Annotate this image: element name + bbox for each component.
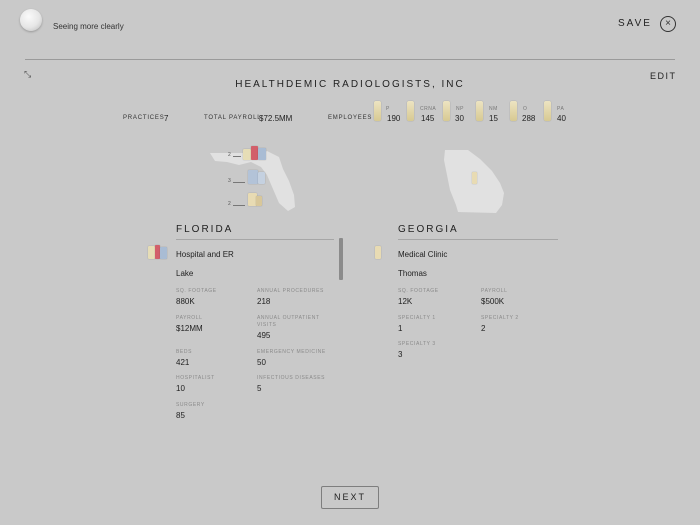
field-label: EMERGENCY MEDICINE <box>257 349 326 355</box>
save-button[interactable]: SAVE <box>618 18 652 29</box>
clinic-building-icon[interactable] <box>258 172 265 184</box>
field-label: ANNUAL PROCEDURES <box>257 288 324 294</box>
state-divider <box>398 239 558 240</box>
field-value: 880K <box>176 297 195 306</box>
company-name: HEALTHDEMIC RADIOLOGISTS, INC <box>235 79 465 90</box>
field-value: 85 <box>176 411 185 420</box>
clinic-building-icon[interactable] <box>248 170 258 184</box>
practices-label: PRACTICES <box>123 115 165 121</box>
field-label: SURGERY <box>176 402 205 408</box>
employee-count: 15 <box>489 114 498 123</box>
facility-county: Lake <box>176 269 194 278</box>
map-pin-count: 3 <box>228 178 231 184</box>
employees-label: EMPLOYEES <box>328 115 373 121</box>
field-label: SPECIALTY 2 <box>481 315 519 321</box>
hospital-building-icon <box>148 246 155 259</box>
employee-code: NM <box>489 106 498 112</box>
field-label: SQ. FOOTAGE <box>176 288 217 294</box>
employee-count: 190 <box>387 114 401 123</box>
employee-figure-icon <box>544 101 551 121</box>
field-label: SQ. FOOTAGE <box>398 288 439 294</box>
facility-type: Medical Clinic <box>398 250 448 259</box>
state-title-florida: FLORIDA <box>176 224 234 235</box>
practices-value: 7 <box>164 114 169 123</box>
payroll-label: TOTAL PAYROLL <box>204 115 262 121</box>
field-label: SPECIALTY 1 <box>398 315 436 321</box>
tagline: Seeing more clearly <box>53 22 124 31</box>
employee-code: P <box>386 106 390 112</box>
field-value: $500K <box>481 297 505 306</box>
map-pin-count: 2 <box>228 152 231 158</box>
field-value: 5 <box>257 384 262 393</box>
field-value: 3 <box>398 350 403 359</box>
field-label: HOSPITALIST <box>176 375 215 381</box>
field-value: $12MM <box>176 324 203 333</box>
close-icon[interactable]: × <box>660 16 676 32</box>
hospital-building-icon[interactable] <box>251 146 258 160</box>
field-label: SPECIALTY 3 <box>398 341 436 347</box>
employee-code: O <box>523 106 528 112</box>
payroll-value: $72.5MM <box>259 114 293 123</box>
clinic-building-icon[interactable] <box>472 172 477 184</box>
pin-line <box>233 182 245 183</box>
field-label: ANNUAL OUTPATIENT VISITS <box>257 315 320 328</box>
scrollbar[interactable] <box>339 238 343 280</box>
next-button[interactable]: NEXT <box>321 486 379 509</box>
field-value: 2 <box>481 324 486 333</box>
employee-figure-icon <box>443 101 450 121</box>
employee-count: 30 <box>455 114 464 123</box>
employee-figure-icon <box>407 101 414 121</box>
pin-line <box>233 156 241 157</box>
field-value: 421 <box>176 358 190 367</box>
employee-figure-icon <box>476 101 483 121</box>
clinic-building-icon <box>375 246 381 259</box>
employee-figure-icon <box>374 101 381 121</box>
state-title-georgia: GEORGIA <box>398 224 459 235</box>
employee-code: PA <box>557 106 565 112</box>
field-label: INFECTIOUS DISEASES <box>257 375 326 381</box>
field-value: 12K <box>398 297 413 306</box>
field-value: 218 <box>257 297 271 306</box>
employee-code: CRNA <box>420 106 437 112</box>
facility-county: Thomas <box>398 269 427 278</box>
field-label: PAYROLL <box>176 315 203 321</box>
pin-line <box>233 205 245 206</box>
employee-count: 40 <box>557 114 566 123</box>
hospital-building-icon[interactable] <box>243 149 251 160</box>
clinic-building-icon[interactable] <box>256 196 262 206</box>
field-value: 1 <box>398 324 403 333</box>
header-divider <box>25 59 675 60</box>
employee-count: 145 <box>421 114 435 123</box>
facility-type: Hospital and ER <box>176 250 234 259</box>
hospital-building-icon[interactable] <box>258 148 266 160</box>
state-divider <box>176 239 334 240</box>
map-pin-count: 2 <box>228 201 231 207</box>
employee-count: 288 <box>522 114 536 123</box>
field-label: PAYROLL <box>481 288 508 294</box>
field-label: BEDS <box>176 349 193 355</box>
field-value: 495 <box>257 331 271 340</box>
hospital-building-icon <box>160 247 167 259</box>
app-logo-icon <box>20 9 42 31</box>
field-value: 10 <box>176 384 185 393</box>
field-value: 50 <box>257 358 266 367</box>
employee-figure-icon <box>510 101 517 121</box>
employee-code: NP <box>456 106 464 112</box>
